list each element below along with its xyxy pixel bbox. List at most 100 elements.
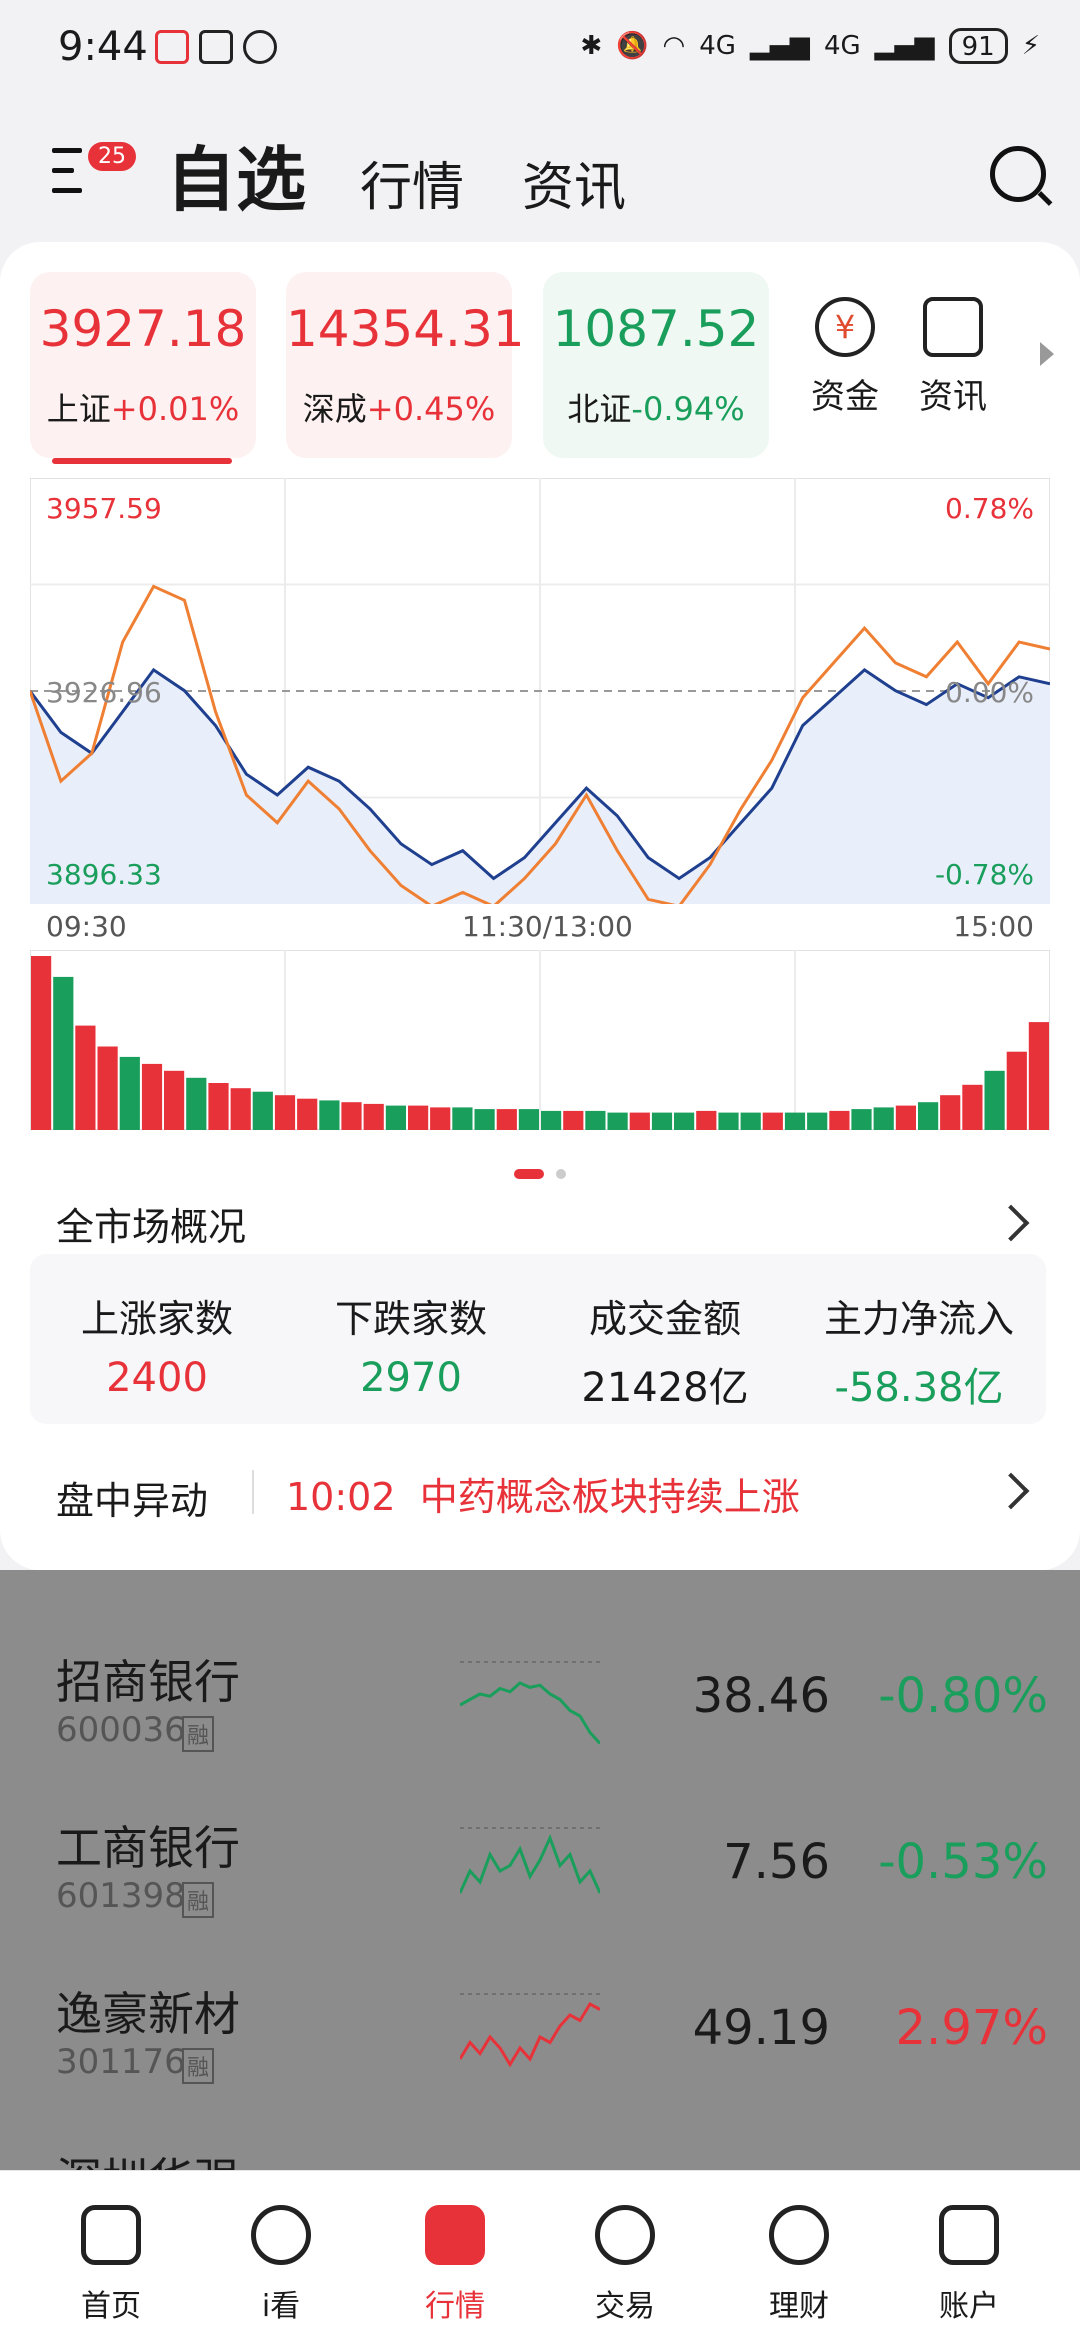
up-label: 上涨家数	[80, 1297, 233, 1341]
down-value: 2970	[360, 1355, 462, 1401]
sparkline-path	[460, 1681, 600, 1745]
tab-market[interactable]: 行情	[360, 145, 464, 220]
index-name: 深成	[302, 390, 367, 428]
tab-watchlist[interactable]: 自选	[166, 124, 306, 225]
sparkline-path	[460, 1834, 600, 1894]
volume-chart	[30, 950, 1050, 1130]
tab-watch[interactable]: i看	[216, 2205, 346, 2325]
top-nav: 25 自选 行情 资讯	[0, 110, 1080, 240]
scroll-right-icon[interactable]	[1040, 342, 1054, 366]
volume-bar	[1028, 1022, 1049, 1130]
chart-high: 3957.59	[46, 492, 162, 525]
volume-bar	[518, 1109, 539, 1130]
tab-home[interactable]: 首页	[46, 2205, 176, 2325]
index-name: 上证	[46, 390, 111, 428]
volume-bar	[585, 1110, 606, 1130]
home-icon	[81, 2205, 141, 2265]
index-change: +0.45%	[366, 390, 496, 428]
volume-bar	[430, 1107, 451, 1130]
volume-bar	[252, 1091, 273, 1130]
volume-bar	[607, 1112, 628, 1130]
stock-price: 7.56	[723, 1834, 830, 1890]
play-icon	[251, 2205, 311, 2265]
stock-name: 工商银行	[56, 1821, 240, 1875]
volume-bar	[984, 1070, 1005, 1130]
stock-price: 38.46	[692, 1668, 830, 1724]
news-shortcut[interactable]: 资讯	[908, 297, 998, 418]
overview-title[interactable]: 全市场概况	[56, 1196, 246, 1251]
flow-label: 主力净流入	[823, 1297, 1014, 1341]
volume-bar	[873, 1107, 894, 1130]
index-bj[interactable]: 1087.52 北证-0.94%	[543, 272, 769, 458]
list-item[interactable]: 工商银行 601398 融 7.56 -0.53%	[0, 1796, 1080, 1962]
volume-bar	[563, 1110, 584, 1130]
volume-bar	[807, 1112, 828, 1130]
stock-code: 601398	[56, 1876, 186, 1916]
wifi-icon: ◠	[662, 31, 686, 61]
volume-bar	[740, 1112, 761, 1130]
exchange-icon	[595, 2205, 655, 2265]
yuan-icon: ¥	[815, 297, 875, 357]
time-noon: 11:30/13:00	[462, 910, 633, 943]
intraday-chart[interactable]	[30, 478, 1050, 904]
movement-item[interactable]: 10:02 中药概念板块持续上涨	[286, 1466, 800, 1521]
menu-button[interactable]: 25	[52, 142, 136, 198]
volume-bar	[53, 976, 74, 1130]
volume-bar	[541, 1110, 562, 1130]
volume-bar	[31, 956, 52, 1130]
movement-label: 盘中异动	[56, 1479, 209, 1523]
index-value: 1087.52	[552, 300, 760, 358]
signal-1-label: 4G	[699, 31, 736, 61]
chart-low-pct: -0.78%	[934, 858, 1034, 891]
nfc-icon	[199, 30, 233, 64]
tab-news[interactable]: 资讯	[522, 145, 626, 220]
volume-bar	[918, 1102, 939, 1130]
volume-bar	[496, 1109, 517, 1130]
volume-bar	[474, 1109, 495, 1130]
chart-high-pct: 0.78%	[945, 492, 1034, 525]
stock-price: 49.19	[692, 2000, 830, 2056]
funds-label: 资金	[811, 377, 879, 417]
volume-bar	[141, 1063, 163, 1130]
document-icon	[923, 297, 983, 357]
mute-icon: 🔕	[616, 31, 649, 61]
funds-shortcut[interactable]: ¥ 资金	[800, 297, 890, 418]
volume-bar	[895, 1105, 916, 1130]
index-sz[interactable]: 14354.31 深成+0.45%	[286, 272, 525, 458]
volume-bar	[97, 1046, 118, 1130]
volume-bar	[297, 1098, 318, 1130]
volume-bar	[230, 1088, 251, 1130]
volume-bar	[363, 1103, 384, 1130]
page-indicator	[0, 1164, 1080, 1183]
stock-change: -0.80%	[878, 1668, 1048, 1724]
stock-change: -0.53%	[878, 1834, 1048, 1890]
volume-bar	[164, 1070, 185, 1130]
index-value: 3927.18	[39, 300, 247, 358]
search-icon[interactable]	[990, 146, 1046, 202]
list-item[interactable]: 逸豪新材 301176 融 49.19 2.97%	[0, 1962, 1080, 2128]
app-notification-icon	[155, 30, 189, 64]
list-item[interactable]: 招商银行 600036 融 38.46 -0.80%	[0, 1630, 1080, 1796]
tab-market-bottom[interactable]: 行情	[390, 2205, 520, 2325]
index-sh[interactable]: 3927.18 上证+0.01%	[30, 272, 256, 464]
wallet-icon	[939, 2205, 999, 2265]
volume-bar	[341, 1102, 362, 1130]
margin-tag: 融	[182, 1716, 215, 1752]
volume-bar	[718, 1112, 739, 1130]
volume-bar	[962, 1084, 983, 1130]
signal-2-label: 4G	[823, 31, 861, 61]
chart-mid: 3926.96	[46, 676, 162, 709]
chart-low: 3896.33	[46, 858, 162, 891]
index-change: -0.94%	[631, 390, 745, 428]
signal-1-icon: ▂▄▆	[749, 31, 810, 61]
tab-trade[interactable]: 交易	[560, 2205, 690, 2325]
chart-mid-pct: 0.00%	[945, 676, 1034, 709]
selected-indicator	[52, 458, 232, 464]
signal-2-icon: ▂▄▆	[874, 31, 935, 61]
tab-account[interactable]: 账户	[904, 2205, 1034, 2325]
index-name: 北证	[567, 390, 632, 428]
stock-name: 逸豪新材	[56, 1987, 240, 2041]
watchlist: 招商银行 600036 融 38.46 -0.80% 工商银行 601398 融…	[0, 1570, 1080, 2207]
volume-bar	[629, 1112, 650, 1130]
tab-wealth[interactable]: 理财	[734, 2205, 864, 2325]
